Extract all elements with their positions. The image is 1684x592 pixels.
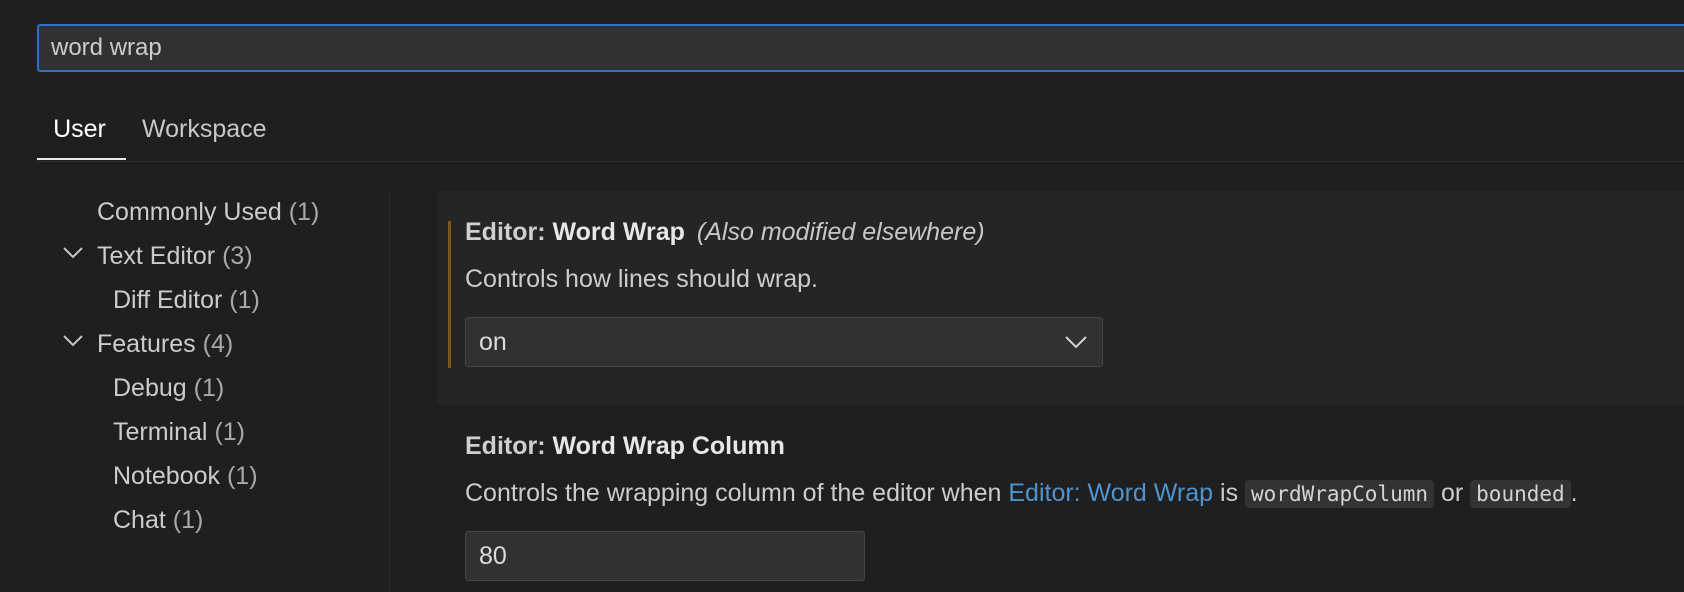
code-bounded: bounded bbox=[1470, 480, 1571, 508]
toc-item-count: (3) bbox=[222, 242, 253, 270]
code-word-wrap-column: wordWrapColumn bbox=[1245, 480, 1435, 508]
toc-item-label: Features bbox=[97, 330, 196, 358]
toc-item-count: (1) bbox=[288, 198, 320, 226]
toc-item-commonly-used[interactable]: Commonly Used (1) bbox=[97, 192, 319, 232]
word-wrap-column-input[interactable] bbox=[465, 531, 865, 581]
toc-item-terminal[interactable]: Terminal (1) bbox=[113, 412, 245, 452]
settings-toc: Commonly Used (1) Text Editor (3) Diff E… bbox=[37, 192, 387, 592]
toc-item-count: (4) bbox=[202, 330, 234, 358]
settings-editor: User Workspace Commonly Used (1) Text Ed… bbox=[0, 0, 1684, 592]
tabs-divider bbox=[37, 161, 1684, 162]
toc-item-notebook[interactable]: Notebook (1) bbox=[113, 456, 258, 496]
tab-workspace[interactable]: Workspace bbox=[142, 104, 267, 160]
toc-item-label: Debug bbox=[113, 374, 187, 402]
setting-category: Editor: bbox=[465, 432, 553, 460]
word-wrap-setting-link[interactable]: Editor: Word Wrap bbox=[1008, 479, 1213, 507]
toc-item-count: (1) bbox=[214, 418, 245, 446]
setting-title: Editor: Word Wrap (Also modified elsewher… bbox=[465, 218, 985, 247]
toc-item-label: Text Editor bbox=[97, 242, 216, 270]
modified-elsewhere-note[interactable]: (Also modified elsewhere) bbox=[697, 218, 985, 246]
toc-item-label: Notebook bbox=[113, 462, 221, 490]
description-text: Controls the wrapping column of the edit… bbox=[465, 479, 1009, 507]
toc-item-label: Diff Editor bbox=[113, 286, 223, 314]
setting-category: Editor: bbox=[465, 218, 553, 246]
word-wrap-select[interactable]: on bbox=[465, 317, 1103, 367]
description-text: . bbox=[1570, 479, 1578, 507]
toc-item-label: Chat bbox=[113, 506, 166, 534]
toc-item-count: (1) bbox=[229, 286, 260, 314]
setting-name: Word Wrap bbox=[552, 218, 685, 246]
toc-item-count: (1) bbox=[226, 462, 258, 490]
setting-description: Controls how lines should wrap. bbox=[465, 265, 818, 293]
toc-divider bbox=[389, 192, 390, 592]
toc-item-label: Terminal bbox=[113, 418, 208, 446]
setting-name: Word Wrap Column bbox=[552, 432, 785, 460]
toc-item-count: (1) bbox=[193, 374, 225, 402]
toc-item-features[interactable]: Features (4) bbox=[97, 324, 233, 364]
chevron-down-icon[interactable] bbox=[62, 334, 84, 348]
settings-search-input[interactable] bbox=[37, 24, 1684, 72]
setting-word-wrap: Editor: Word Wrap (Also modified elsewher… bbox=[437, 191, 1684, 405]
tab-user[interactable]: User bbox=[37, 104, 126, 160]
toc-item-count: (1) bbox=[172, 506, 204, 534]
toc-item-text-editor[interactable]: Text Editor (3) bbox=[97, 236, 253, 276]
toc-item-chat[interactable]: Chat (1) bbox=[113, 500, 203, 540]
toc-item-diff-editor[interactable]: Diff Editor (1) bbox=[113, 280, 260, 320]
select-value: on bbox=[479, 328, 507, 356]
chevron-down-icon bbox=[1065, 336, 1087, 349]
toc-item-label: Commonly Used bbox=[97, 198, 282, 226]
settings-scope-tabs: User Workspace bbox=[37, 104, 1684, 160]
setting-title-word-wrap-column: Editor: Word Wrap Column bbox=[465, 432, 785, 461]
setting-description-word-wrap-column: Controls the wrapping column of the edit… bbox=[465, 479, 1578, 508]
chevron-down-icon[interactable] bbox=[62, 246, 84, 260]
toc-item-debug[interactable]: Debug (1) bbox=[113, 368, 224, 408]
description-text: is bbox=[1213, 479, 1246, 507]
description-text: or bbox=[1434, 479, 1471, 507]
